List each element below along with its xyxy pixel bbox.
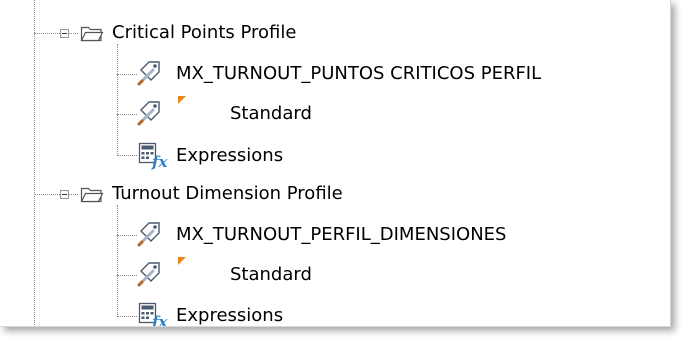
tree-item-label: MX_TURNOUT_PERFIL_DIMENSIONES [176,224,507,245]
tree-line-branch [117,275,137,276]
expressions-icon: fx [138,142,168,170]
style-tree-panel: Critical Points Profile MX_TURNOUT_PUNTO… [0,0,671,327]
tree-line-children [117,205,118,317]
svg-text:fx: fx [151,153,168,170]
label-style-icon [137,61,160,86]
label-style-icon [137,262,160,287]
tree-item-expressions[interactable]: Expressions [176,300,284,326]
tree-item-label: Standard [230,264,312,285]
label-style-icon [137,222,160,247]
tree-item-label: Turnout Dimension Profile [112,183,343,204]
expressions-icon: fx [138,302,168,327]
tree-item-critical-points-profile[interactable]: Critical Points Profile [112,17,296,49]
override-flag-icon [178,96,186,104]
tree-line-root [34,0,35,326]
folder-icon [80,26,104,42]
tree-line-branch [117,155,137,156]
tree-line-branch [69,194,78,195]
tree-line-branch [117,114,137,115]
tree-line-branch [117,74,137,75]
svg-text:fx: fx [151,313,168,327]
folder-icon [80,187,104,203]
tree-item-turnout-dimension-profile[interactable]: Turnout Dimension Profile [112,178,343,210]
tree-item-label: Expressions [176,305,284,326]
tree-item-expressions[interactable]: Expressions [176,140,283,172]
tree-item-label: Standard [230,103,312,124]
tree-line-children [117,44,118,156]
tree-line-branch [69,33,78,34]
tree-item-standard[interactable]: Standard [230,98,312,130]
tree-line-branch [117,316,137,317]
tree-item-label: Expressions [176,145,284,166]
collapse-toggle-critical-points[interactable] [60,29,69,38]
label-style-icon [137,101,160,126]
tree-line-branch [117,235,137,236]
tree-item-standard[interactable]: Standard [230,259,312,291]
tree-item-mx-turnout-perfil-dimensiones[interactable]: MX_TURNOUT_PERFIL_DIMENSIONES [176,219,506,251]
override-flag-icon [178,257,186,265]
tree-item-label: Critical Points Profile [112,22,297,43]
collapse-toggle-turnout-dimension[interactable] [60,190,69,199]
tree-item-label: MX_TURNOUT_PUNTOS CRITICOS PERFIL [176,63,542,84]
tree-item-mx-turnout-puntos-criticos[interactable]: MX_TURNOUT_PUNTOS CRITICOS PERFIL [176,58,541,90]
